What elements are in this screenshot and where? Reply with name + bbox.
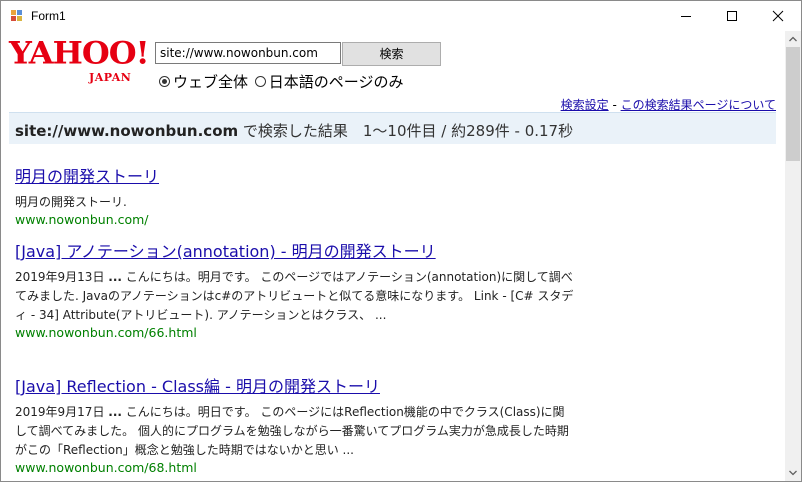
- minimize-icon: [681, 16, 691, 17]
- scroll-down-button[interactable]: [785, 465, 801, 481]
- maximize-icon: [727, 11, 737, 21]
- about-page-link[interactable]: この検索結果ページについて: [621, 98, 776, 112]
- radio-unchecked-icon: [254, 76, 266, 87]
- result-snippet: 2019年9月13日 ... こんにちは。明月です。 このページではアノテーショ…: [15, 270, 574, 322]
- result-summary: site://www.nowonbun.com で検索した結果 1〜10件目 /…: [15, 120, 573, 141]
- close-button[interactable]: [755, 1, 801, 31]
- result-url: www.nowonbun.com/: [15, 212, 149, 227]
- result-snippet: 2019年9月17日 ... こんにちは。明日です。 このページにはReflec…: [15, 405, 569, 457]
- browser-content: YAHOO! JAPAN 検索 ウェブ全体 日本語のページのみ 検索設定 - こ…: [1, 31, 785, 481]
- scroll-up-button[interactable]: [785, 31, 801, 47]
- result-title-link[interactable]: [Java] アノテーション(annotation) - 明月の開発ストーリ: [15, 238, 575, 262]
- maximize-button[interactable]: [709, 1, 755, 31]
- radio-web-all[interactable]: ウェブ全体: [159, 71, 248, 92]
- result-date: 2019年9月13日: [15, 270, 105, 284]
- radio-checked-icon: [159, 76, 170, 87]
- link-separator: -: [608, 98, 621, 112]
- result-url: www.nowonbun.com/66.html: [15, 325, 197, 340]
- logo-sub-text: JAPAN: [89, 71, 132, 84]
- result-title-link[interactable]: 明月の開発ストーリ: [15, 163, 575, 187]
- search-result: 明月の開発ストーリ 明月の開発ストーリ. www.nowonbun.com/: [15, 163, 575, 228]
- search-settings-link[interactable]: 検索設定: [561, 98, 609, 112]
- search-result: [Java] Reflection - Class編 - 明月の開発ストーリ 2…: [15, 373, 575, 476]
- result-url: www.nowonbun.com/68.html: [15, 460, 197, 475]
- radio-japanese-only[interactable]: 日本語のページのみ: [254, 71, 404, 92]
- window-title: Form1: [31, 9, 66, 23]
- title-bar[interactable]: Form1: [1, 1, 801, 31]
- search-result: [Java] アノテーション(annotation) - 明月の開発ストーリ 2…: [15, 238, 575, 341]
- chevron-down-icon: [789, 470, 797, 476]
- app-icon: [11, 10, 22, 21]
- result-date: 2019年9月17日: [15, 405, 105, 419]
- result-title-link[interactable]: [Java] Reflection - Class編 - 明月の開発ストーリ: [15, 373, 575, 397]
- search-button[interactable]: 検索: [342, 42, 441, 66]
- radio-web-all-label: ウェブ全体: [173, 73, 249, 91]
- yahoo-japan-logo: YAHOO! JAPAN: [9, 35, 150, 89]
- search-input[interactable]: [155, 42, 341, 64]
- vertical-scrollbar[interactable]: [785, 31, 801, 481]
- app-window: Form1 YAHOO! JAPAN 検索 ウェブ全体 日本語のページのみ: [0, 0, 802, 482]
- minimize-button[interactable]: [663, 1, 709, 31]
- radio-japanese-only-label: 日本語のページのみ: [268, 73, 404, 91]
- close-icon: [772, 10, 784, 22]
- search-scope-options: ウェブ全体 日本語のページのみ: [159, 71, 406, 92]
- summary-rest: で検索した結果 1〜10件目 / 約289件 - 0.17秒: [238, 122, 574, 140]
- chevron-up-icon: [789, 36, 797, 42]
- scrollbar-thumb[interactable]: [786, 47, 800, 161]
- logo-main-text: YAHOO!: [9, 35, 150, 72]
- summary-query: site://www.nowonbun.com: [15, 122, 239, 140]
- result-snippet: 明月の開発ストーリ.: [15, 195, 127, 209]
- top-links: 検索設定 - この検索結果ページについて: [561, 96, 776, 113]
- result-summary-bar: site://www.nowonbun.com で検索した結果 1〜10件目 /…: [9, 112, 776, 144]
